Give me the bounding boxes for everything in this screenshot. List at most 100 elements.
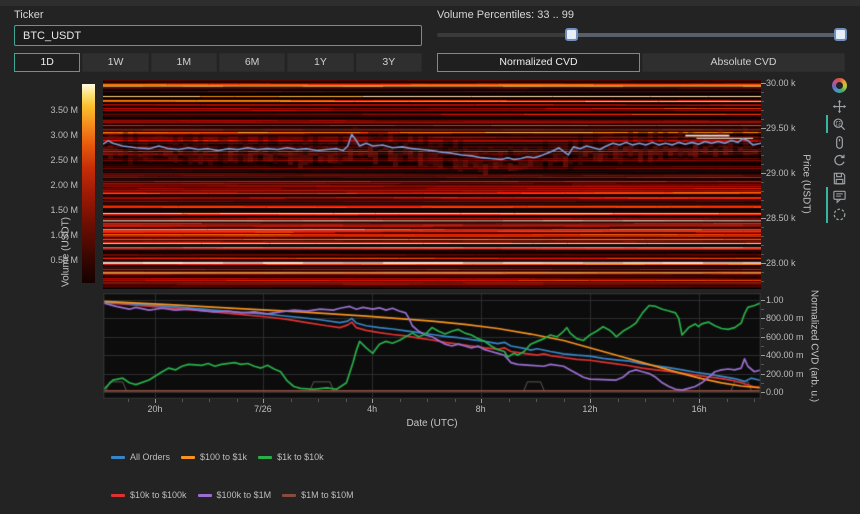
axis-tick-mark [699, 399, 700, 403]
legend-item-100k-to-1m[interactable]: $100k to $1M [198, 490, 272, 500]
axis-tick-mark [761, 346, 764, 347]
hover-tool-icon[interactable] [829, 187, 849, 205]
ticker-label: Ticker [14, 9, 44, 21]
pan-tool-icon[interactable] [829, 97, 849, 115]
axis-tick-mark [761, 92, 764, 93]
slider-handle-low[interactable] [565, 28, 578, 41]
legend-item-1k-to-10k[interactable]: $1k to $10k [258, 452, 324, 462]
axis-tick-mark [761, 182, 764, 183]
axis-tick-mark [536, 399, 537, 402]
axis-tick-mark [761, 392, 765, 393]
axis-tick-mark [645, 399, 646, 402]
axis-tick-mark [727, 399, 728, 402]
axis-tick-mark [372, 399, 373, 403]
axis-tick-mark [761, 137, 764, 138]
colorbar-tick-label: 2.50 M [28, 155, 78, 165]
range-button-1d[interactable]: 1D [14, 53, 80, 72]
axis-tick-mark [673, 399, 674, 402]
price-tick-label: 28.50 k [766, 213, 806, 223]
axis-tick-mark [761, 374, 765, 375]
colorbar-tick-label: 3.50 M [28, 105, 78, 115]
legend-label: $1M to $10M [301, 490, 354, 500]
reset-tool-icon[interactable] [829, 151, 849, 169]
axis-tick-mark [761, 254, 764, 255]
range-button-1w[interactable]: 1W [82, 53, 148, 72]
colorbar-tick-label: 3.00 M [28, 130, 78, 140]
axis-tick-mark [761, 227, 764, 228]
range-button-group: 1D1W1M6M1Y3Y [14, 53, 422, 72]
volume-percentiles-label: Volume Percentiles: 33 .. 99 [437, 9, 574, 21]
bokeh-logo[interactable] [832, 78, 847, 93]
cvd-button-normalized-cvd[interactable]: Normalized CVD [437, 53, 640, 72]
legend-item-100-to-1k[interactable]: $100 to $1k [181, 452, 247, 462]
axis-tick-mark [590, 399, 591, 403]
legend-label: $1k to $10k [277, 452, 324, 462]
axis-tick-mark [481, 399, 482, 403]
axis-tick-mark [237, 399, 238, 402]
axis-tick-mark [761, 218, 766, 219]
slider-selected-range[interactable] [572, 33, 841, 37]
legend-item-all-orders[interactable]: All Orders [111, 452, 170, 462]
axis-tick-mark [761, 272, 764, 273]
axis-tick-mark [564, 399, 565, 402]
axis-tick-mark [761, 309, 764, 310]
axis-tick-mark [761, 155, 764, 156]
legend-item-10k-to-100k[interactable]: $10k to $100k [111, 490, 187, 500]
axis-tick-mark [761, 281, 764, 282]
cvd-button-absolute-cvd[interactable]: Absolute CVD [642, 53, 845, 72]
crosshair-tool-icon[interactable] [829, 205, 849, 223]
legend-swatch [181, 456, 195, 459]
cvd-axis-title: Normalized CVD (arb. u.) [809, 290, 820, 402]
axis-tick-mark [754, 399, 755, 402]
axis-tick-mark [761, 209, 764, 210]
date-tick-label: 8h [456, 404, 506, 414]
price-axis-title: Price (USDT) [801, 154, 812, 213]
wheel-zoom-tool-icon[interactable] [829, 133, 849, 151]
axis-tick-mark [761, 173, 766, 174]
axis-tick-mark [761, 200, 764, 201]
date-tick-label: 20h [130, 404, 180, 414]
heatmap-plot[interactable] [103, 80, 761, 289]
axis-tick-mark [400, 399, 401, 402]
axis-tick-mark [318, 399, 319, 402]
volume-percentiles-slider[interactable] [437, 28, 845, 42]
date-tick-label: 7/26 [238, 404, 288, 414]
axis-tick-mark [761, 101, 764, 102]
legend-label: $100k to $1M [217, 490, 272, 500]
range-button-1m[interactable]: 1M [151, 53, 217, 72]
price-tick-label: 29.50 k [766, 123, 806, 133]
colorbar-tick-label: 1.50 M [28, 205, 78, 215]
axis-tick-mark [761, 110, 764, 111]
legend-swatch [198, 494, 212, 497]
axis-tick-mark [761, 383, 764, 384]
axis-tick-mark [761, 128, 766, 129]
colorbar-tick-label: 2.00 M [28, 180, 78, 190]
axis-tick-mark [128, 399, 129, 402]
cvd-plot[interactable] [103, 293, 761, 399]
legend-swatch [258, 456, 272, 459]
axis-tick-mark [761, 146, 764, 147]
axis-tick-mark [761, 364, 764, 365]
date-tick-label: 12h [565, 404, 615, 414]
box-zoom-tool-icon[interactable] [829, 115, 849, 133]
save-tool-icon[interactable] [829, 169, 849, 187]
axis-tick-mark [209, 399, 210, 402]
axis-tick-mark [761, 245, 764, 246]
axis-tick-mark [761, 119, 764, 120]
colorbar-axis-title: Volume (USDT) [61, 217, 72, 287]
legend-label: $10k to $100k [130, 490, 187, 500]
date-axis-title: Date (UTC) [406, 418, 457, 429]
axis-tick-mark [455, 399, 456, 402]
range-button-6m[interactable]: 6M [219, 53, 285, 72]
legend-item-1m-to-10m[interactable]: $1M to $10M [282, 490, 354, 500]
legend-swatch [111, 494, 125, 497]
cvd-toggle-group: Normalized CVDAbsolute CVD [437, 53, 845, 72]
range-button-1y[interactable]: 1Y [287, 53, 353, 72]
legend-label: $100 to $1k [200, 452, 247, 462]
range-button-3y[interactable]: 3Y [356, 53, 422, 72]
slider-handle-high[interactable] [834, 28, 847, 41]
axis-tick-mark [761, 83, 766, 84]
axis-tick-mark [291, 399, 292, 402]
ticker-input[interactable] [14, 25, 422, 46]
axis-tick-mark [618, 399, 619, 402]
